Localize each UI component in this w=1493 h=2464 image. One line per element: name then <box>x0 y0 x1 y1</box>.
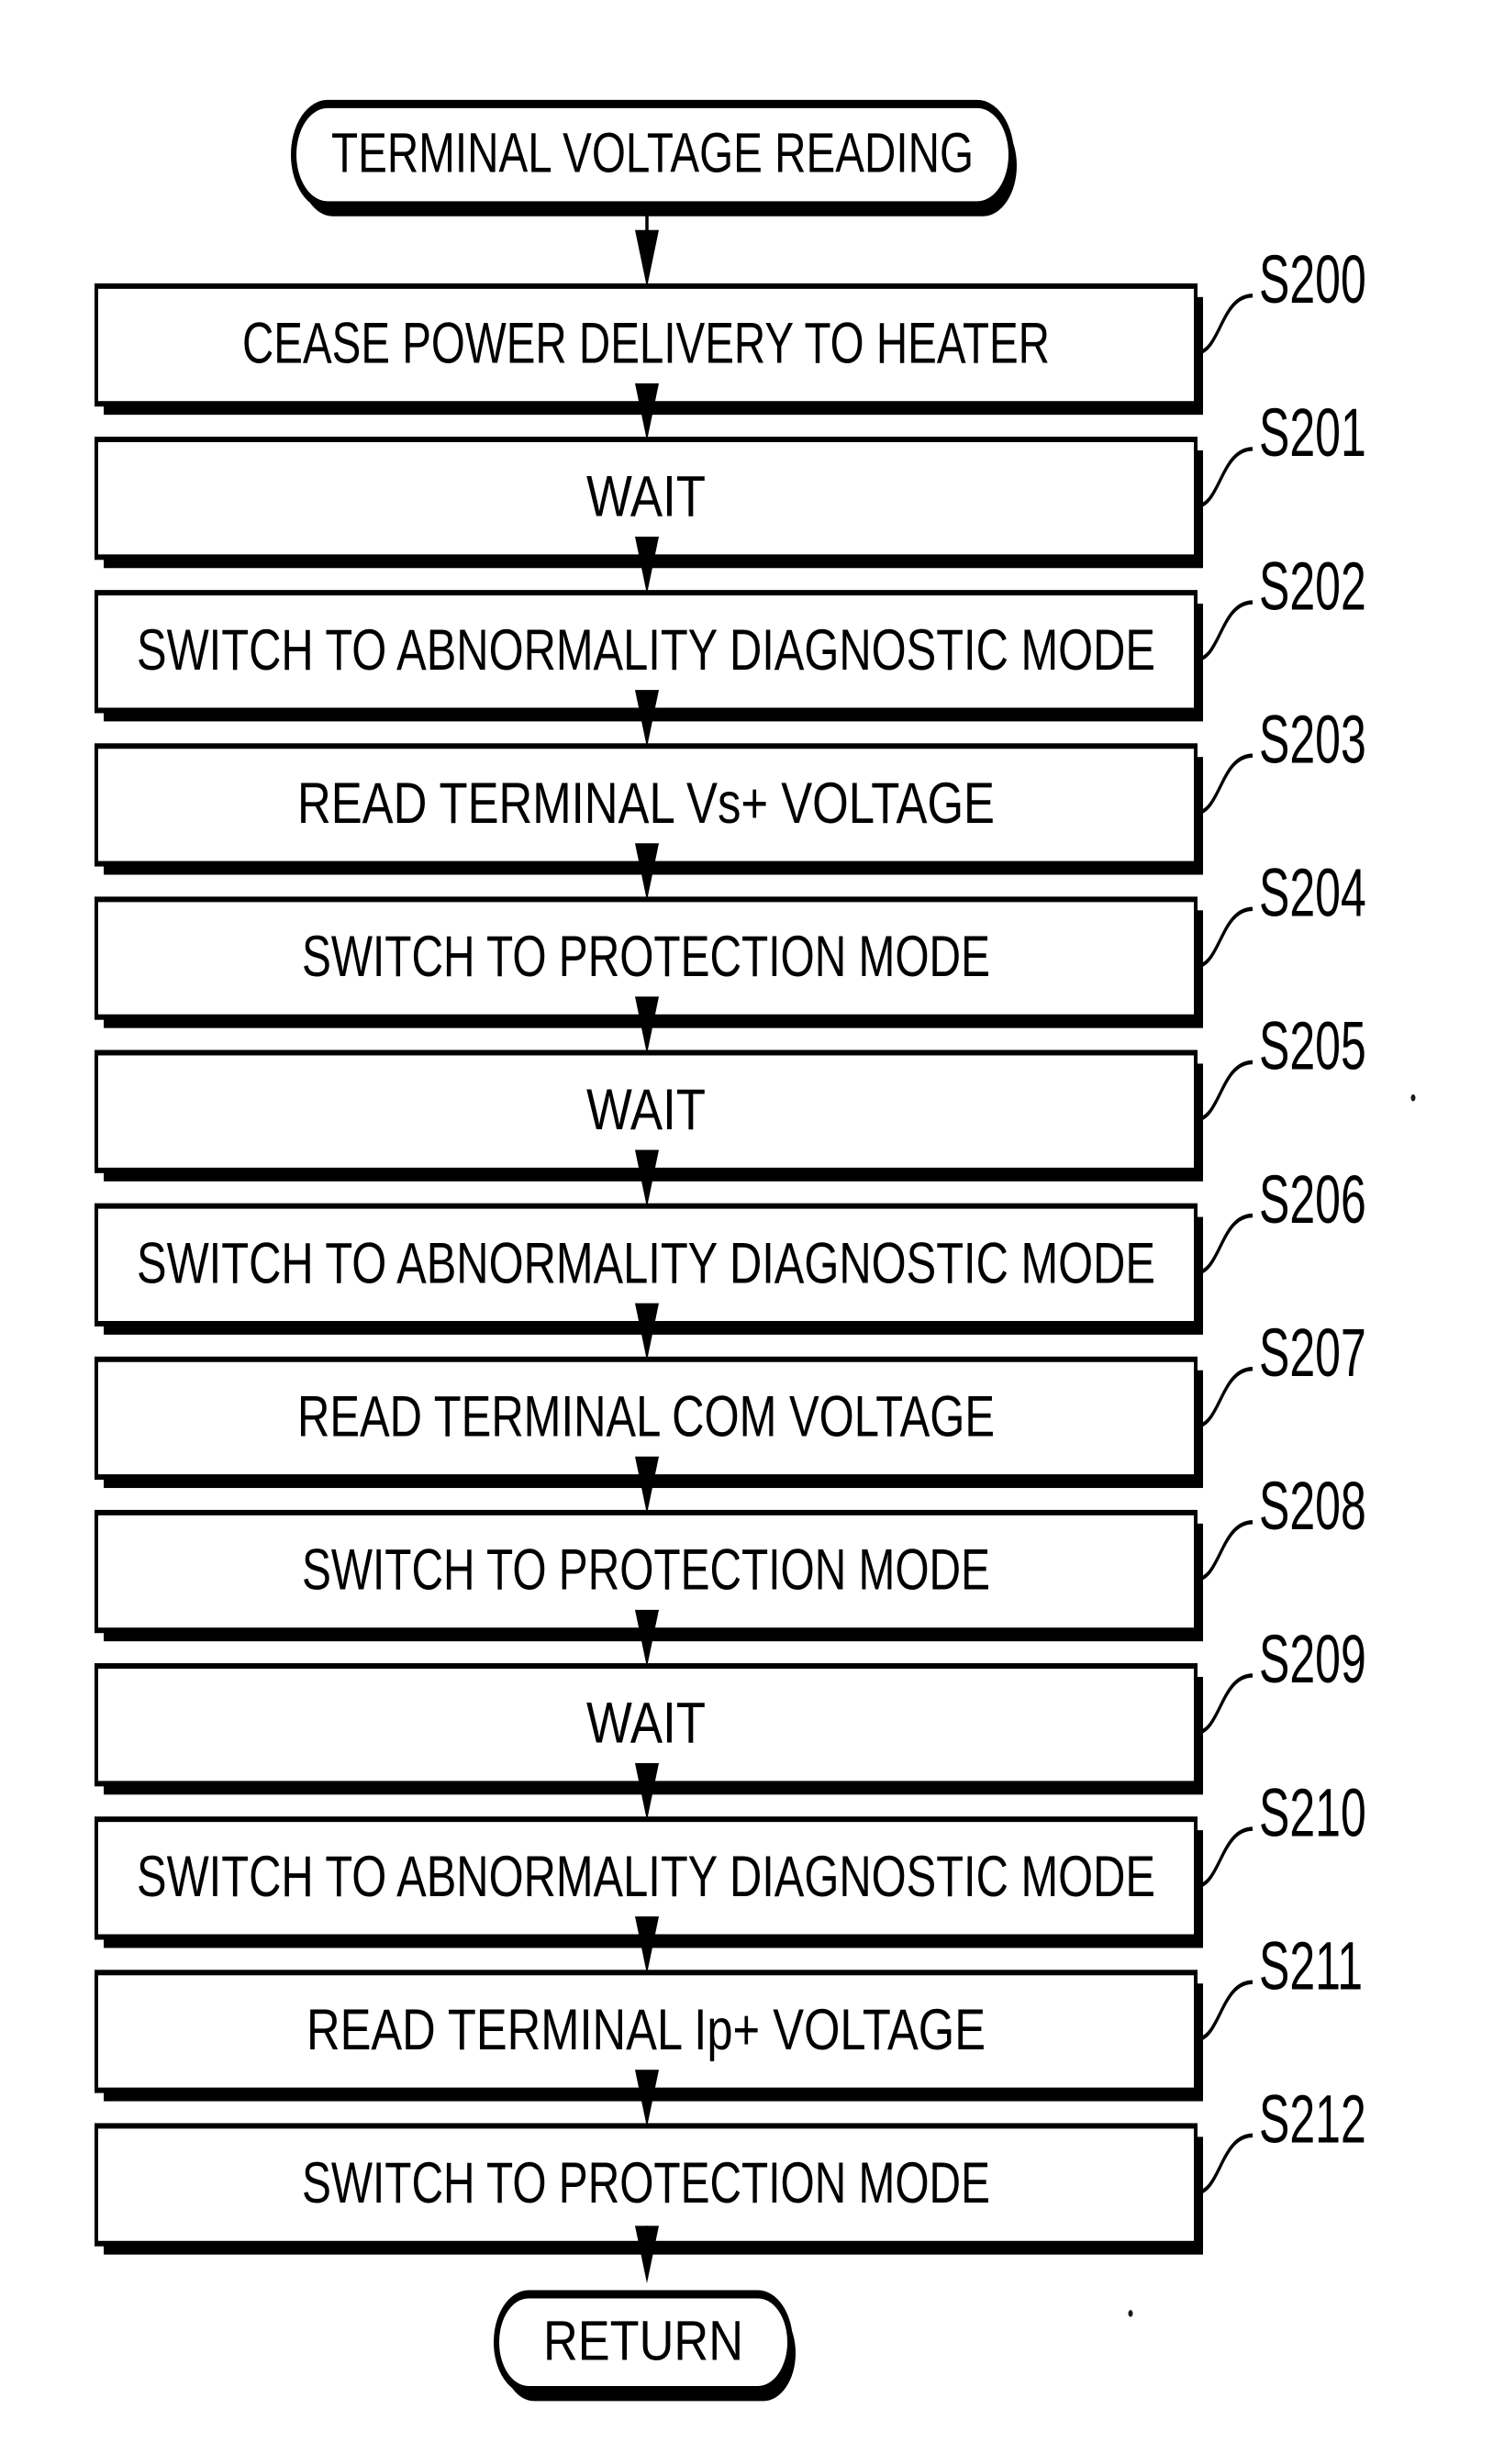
process-box-label: SWITCH TO PROTECTION MODE <box>302 2152 990 2215</box>
process-box-s212: SWITCH TO PROTECTION MODE S212 <box>95 2082 1366 2255</box>
leader-line <box>1195 1213 1253 1276</box>
connector-arrow <box>635 205 659 288</box>
process-box-label: READ TERMINAL COM VOLTAGE <box>297 1385 995 1448</box>
start-terminal-label: TERMINAL VOLTAGE READING <box>331 123 974 185</box>
leader-line <box>1195 906 1253 969</box>
process-box-label: READ TERMINAL Vs+ VOLTAGE <box>297 772 995 836</box>
process-box-s202: SWITCH TO ABNORMALITY DIAGNOSTIC MODE S2… <box>95 549 1366 722</box>
process-box-label: WAIT <box>586 465 706 528</box>
leader-line <box>1195 1826 1253 1889</box>
process-box-label: WAIT <box>586 1079 706 1142</box>
step-id-label: S202 <box>1259 549 1366 625</box>
step-id-label: S200 <box>1259 242 1366 317</box>
step-id-label: S212 <box>1259 2082 1366 2158</box>
process-box-s208: SWITCH TO PROTECTION MODE S208 <box>95 1469 1366 1642</box>
step-id-label: S205 <box>1259 1009 1366 1084</box>
step-id-label: S211 <box>1259 1929 1363 2004</box>
process-box-label: SWITCH TO ABNORMALITY DIAGNOSTIC MODE <box>137 619 1155 683</box>
step-id-label: S203 <box>1259 703 1366 778</box>
process-box-s211: READ TERMINAL Ip+ VOLTAGE S211 <box>95 1929 1363 2102</box>
leader-line <box>1195 447 1253 509</box>
process-box-s209: WAIT S209 <box>95 1622 1366 1795</box>
leader-line <box>1195 753 1253 816</box>
process-box-label: SWITCH TO ABNORMALITY DIAGNOSTIC MODE <box>137 1232 1155 1295</box>
process-box-s201: WAIT S201 <box>95 395 1366 569</box>
flowchart-canvas: TERMINAL VOLTAGE READING CEASE POWER DEL… <box>95 99 1416 2402</box>
step-id-label: S201 <box>1259 395 1366 471</box>
leader-line <box>1195 294 1253 356</box>
leader-line <box>1195 2133 1253 2195</box>
process-box-label: CEASE POWER DELIVERY TO HEATER <box>242 312 1050 375</box>
end-terminal: RETURN <box>494 2290 796 2402</box>
step-id-label: S206 <box>1259 1162 1366 1238</box>
end-terminal-label: RETURN <box>543 2310 743 2372</box>
step-id-label: S209 <box>1259 1622 1366 1697</box>
leader-line <box>1195 1673 1253 1736</box>
leader-line <box>1195 1060 1253 1122</box>
process-box-label: SWITCH TO PROTECTION MODE <box>302 1538 990 1602</box>
step-id-label: S204 <box>1259 856 1366 931</box>
process-box-label: SWITCH TO PROTECTION MODE <box>302 926 990 989</box>
process-box-s204: SWITCH TO PROTECTION MODE S204 <box>95 856 1366 1028</box>
leader-line <box>1195 1366 1253 1429</box>
leader-line <box>1195 600 1253 662</box>
start-terminal: TERMINAL VOLTAGE READING <box>291 99 1017 216</box>
process-box-s210: SWITCH TO ABNORMALITY DIAGNOSTIC MODE S2… <box>95 1776 1366 1948</box>
process-box-s207: READ TERMINAL COM VOLTAGE S207 <box>95 1315 1366 1489</box>
step-id-label: S207 <box>1259 1315 1366 1391</box>
process-box-s200: CEASE POWER DELIVERY TO HEATER S200 <box>95 242 1366 416</box>
process-box-s206: SWITCH TO ABNORMALITY DIAGNOSTIC MODE S2… <box>95 1162 1366 1335</box>
process-box-s205: WAIT S205 <box>95 1009 1366 1182</box>
process-box-label: READ TERMINAL Ip+ VOLTAGE <box>306 1999 986 2062</box>
flowchart-page: TERMINAL VOLTAGE READING CEASE POWER DEL… <box>0 0 1493 2464</box>
leader-line <box>1195 1980 1253 2042</box>
scan-speck <box>1410 1094 1416 1102</box>
leader-line <box>1195 1520 1253 1582</box>
process-box-label: WAIT <box>586 1693 706 1756</box>
step-id-label: S208 <box>1259 1469 1366 1544</box>
step-id-label: S210 <box>1259 1776 1366 1851</box>
scan-speck <box>1128 2310 1133 2317</box>
process-box-label: SWITCH TO ABNORMALITY DIAGNOSTIC MODE <box>137 1846 1155 1909</box>
process-box-s203: READ TERMINAL Vs+ VOLTAGE S203 <box>95 703 1366 875</box>
